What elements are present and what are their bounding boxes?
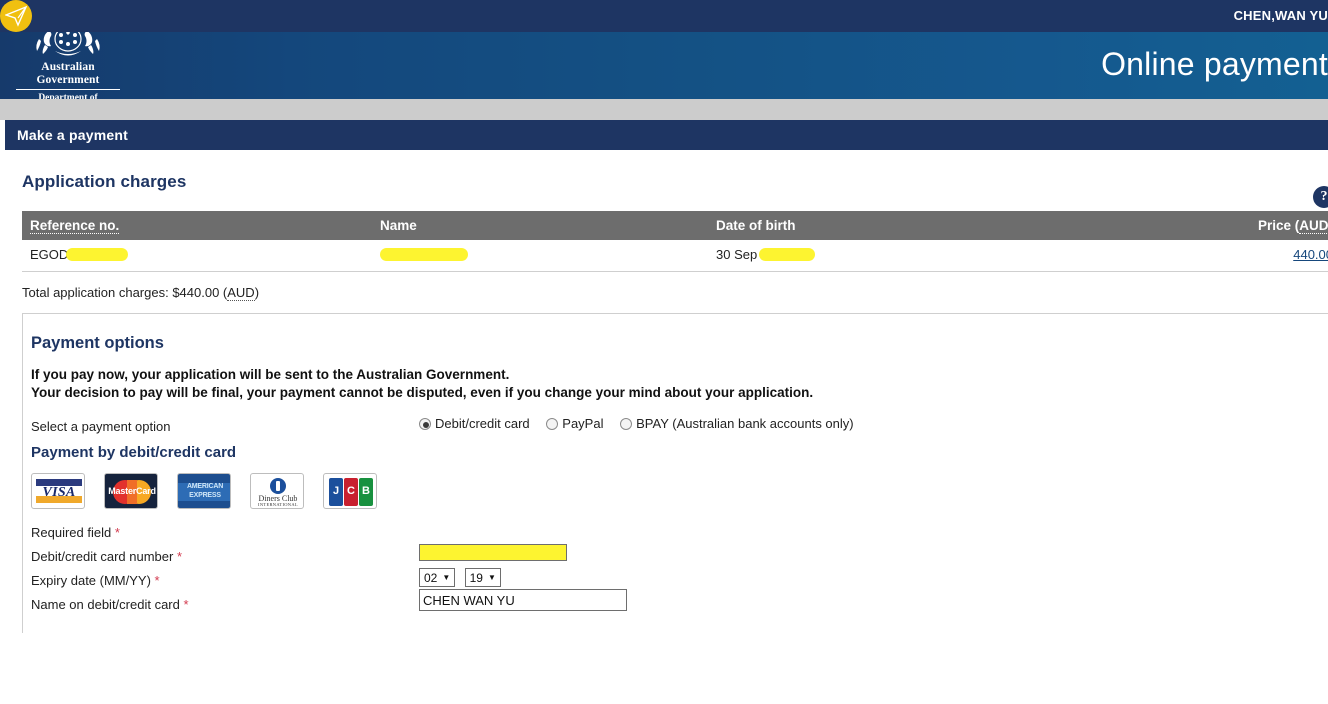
payment-options-panel: Payment options If you pay now, your app…: [22, 313, 1328, 633]
expiry-month-select[interactable]: 02 ▼: [419, 568, 455, 587]
radio-option-bpay[interactable]: BPAY (Australian bank accounts only): [620, 416, 854, 431]
warning-line-2: Your decision to pay will be final, your…: [31, 385, 814, 400]
redaction-highlight: [66, 248, 129, 261]
payment-warning: If you pay now, your application will be…: [23, 353, 1328, 402]
department-line-1: Department of Immigration: [38, 93, 98, 99]
brand-header: Australian Government Department of Immi…: [0, 32, 1328, 99]
cell-dob: 30 Sep: [708, 240, 1148, 272]
cell-name: [372, 240, 708, 272]
column-header-price: Price (AUD): [1148, 211, 1328, 240]
section-title-bar: Make a payment: [5, 120, 1328, 150]
radio-icon[interactable]: [546, 418, 559, 430]
cell-price: 440.00: [1148, 240, 1328, 272]
radio-icon-selected[interactable]: [419, 418, 431, 430]
page-title: Online payment: [1101, 46, 1328, 82]
payment-by-card-heading: Payment by debit/credit card: [31, 444, 237, 461]
jcb-card-logo: J C B: [323, 473, 377, 509]
card-name-label: Name on debit/credit card: [31, 597, 180, 612]
field-row-card-name: Name on debit/credit card *: [23, 588, 1328, 612]
coat-of-arms-icon: [36, 32, 100, 56]
help-icon[interactable]: ?: [1313, 186, 1328, 208]
application-charges-table: Reference no. Name Date of birth Price (…: [22, 211, 1328, 272]
field-row-expiry-date: Expiry date (MM/YY) * 02 ▼ 19 ▼: [23, 564, 1328, 588]
top-utility-bar: CHEN,WAN YU: [0, 0, 1328, 32]
redaction-highlight: [759, 248, 816, 261]
card-name-input[interactable]: [419, 589, 627, 611]
header-divider-strip: [0, 99, 1328, 120]
application-charges-heading: Application charges: [22, 172, 187, 191]
radio-option-debit-credit-card[interactable]: Debit/credit card: [419, 416, 530, 431]
card-number-input[interactable]: [419, 544, 567, 561]
card-number-label: Debit/credit card number: [31, 549, 174, 564]
main-content: Application charges ? Reference no. Name…: [5, 150, 1328, 633]
chevron-down-icon: ▼: [442, 573, 451, 582]
select-payment-option-label: Select a payment option: [31, 419, 171, 434]
redaction-highlight: [380, 248, 468, 261]
mastercard-card-logo: MasterCard: [104, 473, 158, 509]
australian-government-logo: Australian Government Department of Immi…: [8, 32, 128, 99]
required-asterisk: *: [183, 597, 189, 612]
required-field-note: Required field *: [31, 525, 120, 540]
warning-line-1: If you pay now, your application will be…: [31, 367, 510, 382]
table-header-row: Reference no. Name Date of birth Price (…: [22, 211, 1328, 240]
required-asterisk: *: [114, 525, 120, 540]
amex-card-logo: AMERICAN EXPRESS: [177, 473, 231, 509]
radio-icon[interactable]: [620, 418, 633, 430]
logged-in-user-name: CHEN,WAN YU: [1233, 8, 1328, 23]
agency-name: Australian Government: [16, 61, 120, 90]
expiry-date-label: Expiry date (MM/YY): [31, 573, 151, 588]
chevron-down-icon: ▼: [487, 573, 496, 582]
table-row: EGOD 30 Sep 440.00: [22, 240, 1328, 272]
field-row-card-number: Debit/credit card number *: [23, 540, 1328, 564]
expiry-year-select[interactable]: 19 ▼: [464, 568, 501, 587]
column-header-dob: Date of birth: [708, 211, 1148, 240]
payment-options-heading: Payment options: [31, 334, 164, 352]
total-application-charges: Total application charges: $440.00 (AUD): [22, 285, 260, 301]
column-header-name: Name: [372, 211, 708, 240]
required-asterisk: *: [176, 549, 183, 564]
accepted-card-logos: VISA MasterCard AMERICAN EXPRESS Diners …: [23, 461, 1328, 509]
cell-reference: EGOD: [22, 240, 372, 272]
visa-card-logo: VISA: [31, 473, 85, 509]
payment-option-row: Select a payment option Debit/credit car…: [23, 402, 1328, 434]
required-asterisk: *: [154, 573, 160, 588]
diners-club-card-logo: Diners Club INTERNATIONAL: [250, 473, 304, 509]
radio-option-paypal[interactable]: PayPal: [546, 416, 603, 431]
column-header-reference: Reference no.: [22, 211, 372, 240]
paper-plane-icon: [0, 0, 32, 32]
